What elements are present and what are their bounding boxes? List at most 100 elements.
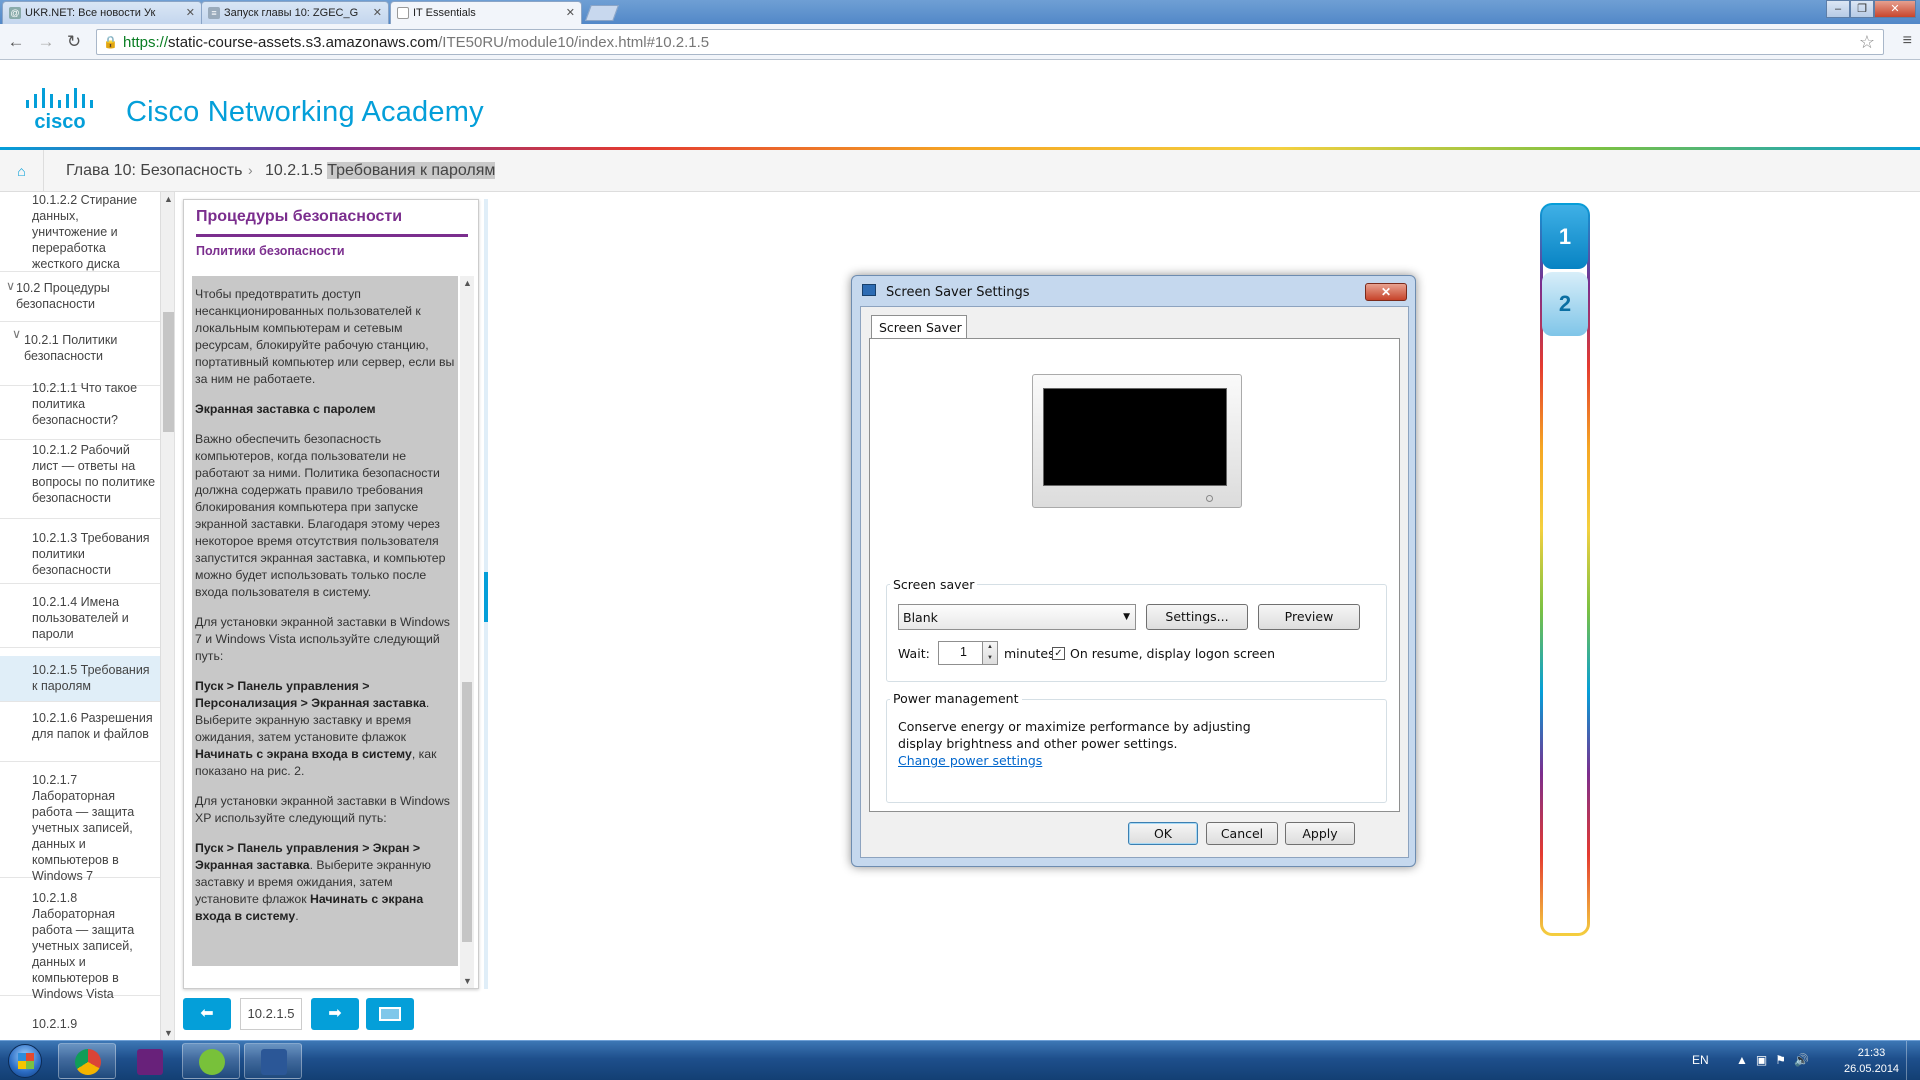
settings-button[interactable]: Settings... xyxy=(1146,604,1248,630)
nav-item-10-2-1-9[interactable]: 10.2.1.9 xyxy=(0,1014,160,1040)
nav-item-label: 10.2.1.2 Рабочий лист — ответы на вопрос… xyxy=(32,443,156,505)
breadcrumb-chapter[interactable]: Глава 10: Безопасность xyxy=(66,162,242,180)
browser-menu-icon[interactable]: ≡ xyxy=(1903,32,1912,50)
ok-button[interactable]: OK xyxy=(1128,822,1198,845)
forward-arrow-icon[interactable]: → xyxy=(36,32,56,52)
nav-item-10-1-2-2[interactable]: 10.1.2.2 Стирание данных, уничтожение и … xyxy=(0,192,160,272)
panel-scrollbar[interactable]: ▲ ▼ xyxy=(460,276,474,988)
fullscreen-button[interactable] xyxy=(366,998,414,1030)
nav-item-label: 10.2.1.7 Лабораторная работа — защита уч… xyxy=(32,773,135,883)
nav-item-10-2[interactable]: ∨ 10.2 Процедуры безопасности xyxy=(0,278,160,322)
bookmark-star-icon[interactable]: ☆ xyxy=(1859,32,1875,53)
scroll-down-icon[interactable]: ▼ xyxy=(164,1028,173,1038)
show-desktop-button[interactable] xyxy=(1906,1041,1920,1080)
nav-item-10-2-1-2[interactable]: 10.2.1.2 Рабочий лист — ответы на вопрос… xyxy=(0,440,160,519)
nav-item-10-2-1-4[interactable]: 10.2.1.4 Имена пользователей и пароли xyxy=(0,592,160,648)
next-page-button[interactable]: ➡ xyxy=(311,998,359,1030)
nav-item-10-2-1-8[interactable]: 10.2.1.8 Лабораторная работа — защита уч… xyxy=(0,882,160,1001)
reload-icon[interactable]: ↻ xyxy=(64,32,84,52)
nav-item-10-2-1-5[interactable]: 10.2.1.5 Требования к паролям xyxy=(0,656,160,702)
system-tray: EN ▲▣⚑🔊 21:33 26.05.2014 xyxy=(1680,1041,1920,1080)
chevron-down-icon: ∨ xyxy=(12,327,22,341)
cisco-logo[interactable]: cisco xyxy=(24,82,102,132)
scroll-up-icon[interactable]: ▲ xyxy=(164,194,173,204)
screen-saver-group xyxy=(886,584,1387,682)
home-icon[interactable]: ⌂ xyxy=(0,150,44,192)
dialog-titlebar[interactable]: Screen Saver Settings ✕ xyxy=(852,276,1415,306)
previous-page-button[interactable]: ⬅ xyxy=(183,998,231,1030)
figure-tabs: 1 2 xyxy=(1540,203,1590,936)
monitor-preview xyxy=(1032,374,1242,508)
screen-saver-select[interactable]: Blank ▼ xyxy=(898,604,1136,630)
nav-item-10-2-1[interactable]: ∨ 10.2.1 Политики безопасности xyxy=(0,326,160,386)
language-indicator[interactable]: EN xyxy=(1692,1053,1709,1067)
figure-tab-1[interactable]: 1 xyxy=(1542,205,1588,269)
paragraph: Для установки экранной заставки в Window… xyxy=(195,615,450,663)
breadcrumb-section-num: 10.2.1.5 xyxy=(265,162,323,179)
close-icon[interactable]: ✕ xyxy=(1365,283,1407,301)
monitor-icon xyxy=(862,284,876,296)
lock-icon: 🔒 xyxy=(103,35,118,49)
close-tab-icon[interactable]: ✕ xyxy=(373,6,382,19)
browser-tab-it-essentials[interactable]: IT Essentials ✕ xyxy=(390,1,582,24)
scroll-up-icon[interactable]: ▲ xyxy=(463,278,472,288)
paragraph: Для установки экранной заставки в Window… xyxy=(195,794,450,825)
power-management-text: Conserve energy or maximize performance … xyxy=(898,719,1251,751)
resume-logon-label[interactable]: On resume, display logon screen xyxy=(1070,646,1275,661)
panel-splitter[interactable] xyxy=(484,199,488,989)
network-icon[interactable]: ▣ xyxy=(1756,1053,1775,1067)
url-scheme: https:// xyxy=(123,34,169,51)
close-window-icon[interactable]: ✕ xyxy=(1874,0,1916,18)
dialog-title: Screen Saver Settings xyxy=(886,285,1030,300)
nav-scrollbar[interactable]: ▲ ▼ xyxy=(160,192,174,1040)
new-tab-button[interactable] xyxy=(585,5,619,21)
taskbar-visual-studio[interactable] xyxy=(120,1043,178,1079)
show-hidden-icons-icon[interactable]: ▲ xyxy=(1736,1053,1756,1067)
close-tab-icon[interactable]: ✕ xyxy=(566,6,575,19)
wait-minutes-input[interactable]: 1 xyxy=(938,641,984,665)
minimize-icon[interactable]: – xyxy=(1826,0,1850,18)
start-button[interactable] xyxy=(2,1041,48,1080)
panel-scrollbar-thumb[interactable] xyxy=(462,682,472,942)
cancel-button[interactable]: Cancel xyxy=(1206,822,1278,845)
arrow-left-icon: ⬅ xyxy=(200,1005,214,1022)
address-bar[interactable]: 🔒 https://static-course-assets.s3.amazon… xyxy=(96,29,1884,55)
clock[interactable]: 21:33 26.05.2014 xyxy=(1844,1045,1899,1077)
taskbar-utorrent[interactable] xyxy=(182,1043,240,1079)
change-power-settings-link[interactable]: Change power settings xyxy=(898,753,1042,768)
nav-item-10-2-1-3[interactable]: 10.2.1.3 Требования политики безопасност… xyxy=(0,530,160,584)
academy-title: Cisco Networking Academy xyxy=(126,96,484,128)
page-number[interactable]: 10.2.1.5 xyxy=(240,998,302,1030)
nav-scrollbar-thumb[interactable] xyxy=(163,312,174,432)
nav-item-label: 10.1.2.2 Стирание данных, уничтожение и … xyxy=(32,193,138,271)
chevron-down-icon: ∨ xyxy=(6,279,16,293)
nav-item-label: 10.2.1.1 Что такое политика безопасности… xyxy=(32,381,138,427)
browser-tab-ukrnet[interactable]: @ UKR.NET: Все новости Ук ✕ xyxy=(2,1,202,24)
close-tab-icon[interactable]: ✕ xyxy=(186,6,195,19)
tab-label: IT Essentials xyxy=(413,7,476,19)
clock-time: 21:33 xyxy=(1857,1047,1886,1059)
back-arrow-icon[interactable]: ← xyxy=(6,32,26,52)
browser-tab-zgec[interactable]: ≡ Запуск главы 10: ZGEC_G ✕ xyxy=(201,1,389,24)
maximize-icon[interactable]: ❐ xyxy=(1850,0,1874,18)
taskbar-word[interactable] xyxy=(244,1043,302,1079)
preview-button[interactable]: Preview xyxy=(1258,604,1360,630)
figure-tab-2[interactable]: 2 xyxy=(1542,272,1588,336)
power-led-icon xyxy=(1206,495,1213,502)
scroll-down-icon[interactable]: ▼ xyxy=(463,976,472,986)
url-path: /ITE50RU/module10/index.html#10.2.1.5 xyxy=(438,34,710,51)
nav-item-10-2-1-6[interactable]: 10.2.1.6 Разрешения для папок и файлов xyxy=(0,706,160,762)
monitor-preview-screen xyxy=(1043,388,1227,486)
action-center-flag-icon[interactable]: ⚑ xyxy=(1775,1053,1794,1067)
nav-item-10-2-1-1[interactable]: 10.2.1.1 Что такое политика безопасности… xyxy=(0,378,160,440)
volume-icon[interactable]: 🔊 xyxy=(1794,1053,1817,1067)
wait-spinner[interactable]: ▲ ▼ xyxy=(982,641,998,665)
dialog-tab-page: Screen saver Blank ▼ Settings... Preview… xyxy=(869,338,1400,812)
resume-logon-checkbox[interactable]: ✓ xyxy=(1052,647,1065,660)
splitter-handle[interactable] xyxy=(484,572,488,622)
apply-button[interactable]: Apply xyxy=(1285,822,1355,845)
tab-screen-saver[interactable]: Screen Saver xyxy=(871,315,967,339)
taskbar-chrome[interactable] xyxy=(58,1043,116,1079)
nav-item-10-2-1-7[interactable]: 10.2.1.7 Лабораторная работа — защита уч… xyxy=(0,768,160,883)
clock-date: 26.05.2014 xyxy=(1844,1063,1900,1075)
